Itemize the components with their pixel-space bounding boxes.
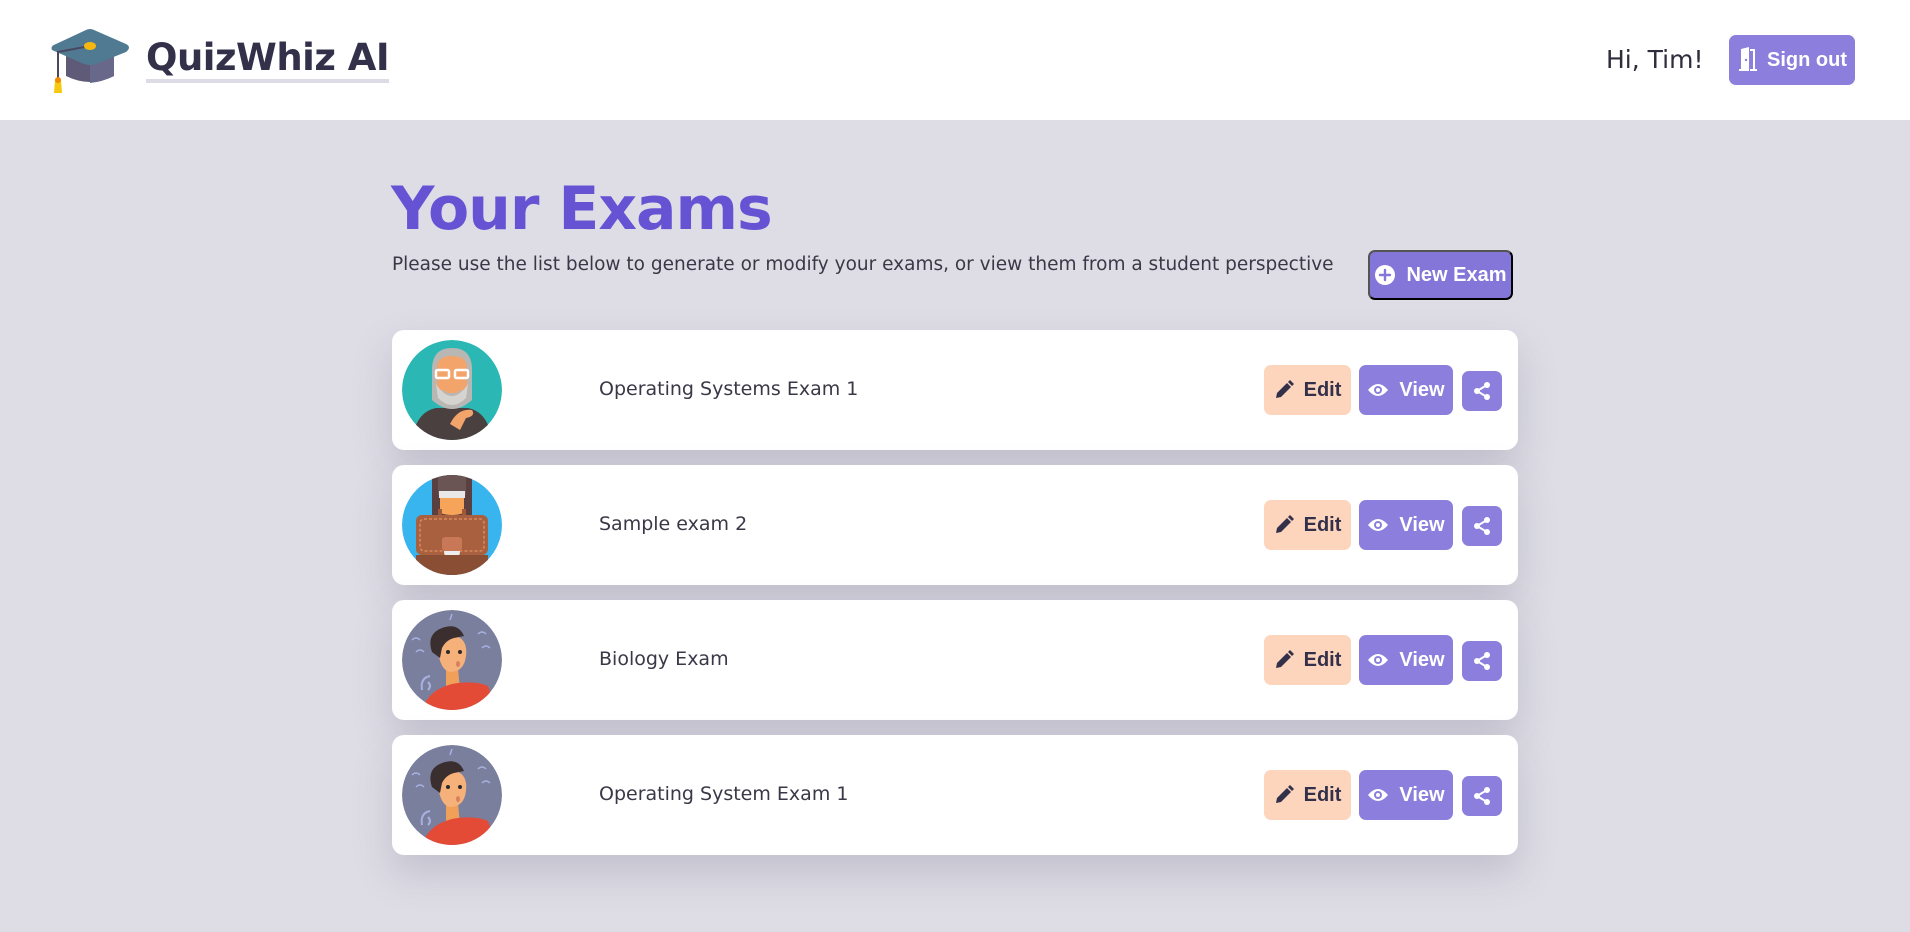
edit-label: Edit <box>1303 783 1342 806</box>
top-header: QuizWhiz AI Hi, Tim! Sign out <box>0 0 1910 120</box>
exam-name[interactable]: Sample exam 2 <box>599 513 747 535</box>
exam-card: Biology Exam Edit View <box>392 600 1518 720</box>
share-button[interactable] <box>1462 506 1502 546</box>
exam-name[interactable]: Operating System Exam 1 <box>599 783 848 805</box>
edit-label: Edit <box>1303 513 1342 536</box>
exam-card: Sample exam 2 Edit View <box>392 465 1518 585</box>
pencil-icon <box>1275 650 1294 668</box>
eye-icon <box>1368 654 1389 666</box>
eye-icon <box>1368 789 1389 801</box>
door-icon <box>1739 47 1757 71</box>
pencil-icon <box>1275 785 1294 803</box>
pencil-icon <box>1275 515 1294 533</box>
view-button[interactable]: View <box>1359 500 1453 550</box>
eye-icon <box>1368 384 1389 396</box>
sign-out-label: Sign out <box>1767 48 1847 71</box>
eye-icon <box>1368 519 1389 531</box>
confused-person-avatar <box>402 610 502 710</box>
exam-card: Operating System Exam 1 Edit View <box>392 735 1518 855</box>
edit-button[interactable]: Edit <box>1264 635 1351 685</box>
share-icon <box>1474 517 1490 535</box>
confused-person-avatar <box>402 745 502 845</box>
plus-circle-icon <box>1375 265 1396 285</box>
edit-label: Edit <box>1303 648 1342 671</box>
view-button[interactable]: View <box>1359 770 1453 820</box>
app-name: QuizWhiz AI <box>146 37 390 83</box>
view-label: View <box>1399 378 1445 401</box>
new-exam-button[interactable]: New Exam <box>1368 250 1513 300</box>
page-subtitle: Please use the list below to generate or… <box>392 254 1334 275</box>
view-button[interactable]: View <box>1359 365 1453 415</box>
exam-name[interactable]: Biology Exam <box>599 648 729 670</box>
view-button[interactable]: View <box>1359 635 1453 685</box>
edit-label: Edit <box>1303 378 1342 401</box>
new-exam-label: New Exam <box>1406 263 1507 286</box>
edit-button[interactable]: Edit <box>1264 365 1351 415</box>
old-man-thinking-avatar <box>402 340 502 440</box>
user-greeting: Hi, Tim! <box>1606 45 1704 74</box>
share-icon <box>1474 382 1490 400</box>
exam-list: Operating Systems Exam 1 Edit View Sampl… <box>392 330 1518 870</box>
edit-button[interactable]: Edit <box>1264 770 1351 820</box>
graduation-cap-icon <box>51 29 129 93</box>
logo[interactable]: QuizWhiz AI <box>48 26 390 94</box>
view-label: View <box>1399 513 1445 536</box>
view-label: View <box>1399 783 1445 806</box>
share-icon <box>1474 787 1490 805</box>
share-button[interactable] <box>1462 776 1502 816</box>
share-button[interactable] <box>1462 641 1502 681</box>
exam-name[interactable]: Operating Systems Exam 1 <box>599 378 858 400</box>
sign-out-button[interactable]: Sign out <box>1729 35 1855 85</box>
view-label: View <box>1399 648 1445 671</box>
page-title: Your Exams <box>391 174 773 244</box>
briefcase-avatar <box>402 475 502 575</box>
edit-button[interactable]: Edit <box>1264 500 1351 550</box>
pencil-icon <box>1275 380 1294 398</box>
share-button[interactable] <box>1462 371 1502 411</box>
share-icon <box>1474 652 1490 670</box>
exam-card: Operating Systems Exam 1 Edit View <box>392 330 1518 450</box>
